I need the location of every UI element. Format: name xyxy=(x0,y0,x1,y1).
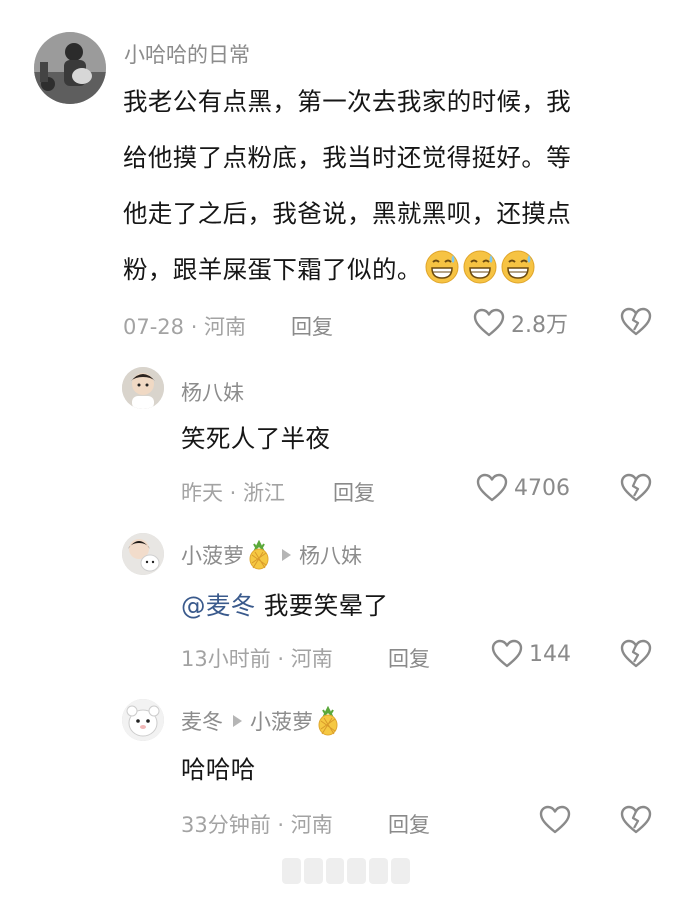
heart-outline-icon xyxy=(539,805,571,835)
comment-text: 我老公有点黑，第一次去我家的时候，我 给他摸了点粉底，我当时还觉得挺好。等 他走… xyxy=(123,74,653,298)
avatar[interactable] xyxy=(122,367,164,409)
heart-outline-icon xyxy=(473,308,505,338)
avatar[interactable] xyxy=(122,533,164,575)
broken-heart-icon[interactable] xyxy=(620,307,652,341)
username[interactable]: 杨八妹 xyxy=(181,377,244,407)
comment-text-content: 我要笑晕了 xyxy=(263,591,389,620)
username[interactable]: 小哈哈的日常 xyxy=(124,39,250,69)
mention-link[interactable]: @麦冬 xyxy=(181,591,256,620)
like-button[interactable]: 144 xyxy=(491,639,571,669)
heart-outline-icon xyxy=(476,473,508,503)
comment-text: 笑死人了半夜 xyxy=(181,424,331,453)
broken-heart-icon[interactable] xyxy=(620,639,652,673)
triangle-right-icon xyxy=(233,715,242,727)
pineapple-emoji xyxy=(246,539,272,570)
like-count: 144 xyxy=(529,641,571,667)
avatar[interactable] xyxy=(122,699,164,741)
like-count: 2.8万 xyxy=(511,313,568,338)
username[interactable]: 麦冬 小菠萝 xyxy=(181,705,341,736)
like-button[interactable] xyxy=(539,805,571,835)
like-button[interactable]: 4706 xyxy=(476,473,570,503)
comment-line: 给他摸了点粉底，我当时还觉得挺好。等 xyxy=(123,143,572,172)
grinning-sweat-emoji xyxy=(462,249,498,285)
username[interactable]: 小菠萝 杨八妹 xyxy=(181,539,362,570)
comment-text: 哈哈哈 xyxy=(181,755,256,784)
reply-button[interactable]: 回复 xyxy=(291,311,333,341)
comment-line-text: 粉，跟羊屎蛋下霜了似的。 xyxy=(123,255,422,284)
comment-meta: 昨天 · 浙江 xyxy=(181,481,286,505)
like-button[interactable]: 2.8万 xyxy=(473,307,568,339)
username-text: 小菠萝 xyxy=(181,544,244,568)
reply-button[interactable]: 回复 xyxy=(388,809,430,839)
comment-line: 我老公有点黑，第一次去我家的时候，我 xyxy=(123,87,572,116)
comment-line: 他走了之后，我爸说，黑就黑呗，还摸点 xyxy=(123,199,572,228)
reply-to-username[interactable]: 杨八妹 xyxy=(299,540,362,570)
reply-button[interactable]: 回复 xyxy=(388,643,430,673)
reply-button[interactable]: 回复 xyxy=(333,477,375,507)
broken-heart-icon[interactable] xyxy=(620,805,652,839)
pineapple-emoji xyxy=(315,705,341,736)
comment-meta: 07-28 · 河南 xyxy=(123,315,247,339)
broken-heart-icon[interactable] xyxy=(620,473,652,507)
comment-meta: 13小时前 · 河南 xyxy=(181,647,333,671)
like-count: 4706 xyxy=(514,475,570,501)
username-text: 小哈哈的日常 xyxy=(124,43,250,67)
grinning-sweat-emoji xyxy=(424,249,460,285)
reply-to-username[interactable]: 小菠萝 xyxy=(250,706,313,736)
avatar[interactable] xyxy=(34,32,106,104)
watermark xyxy=(282,858,410,884)
triangle-right-icon xyxy=(282,549,291,561)
grinning-sweat-emoji xyxy=(500,249,536,285)
heart-outline-icon xyxy=(491,639,523,669)
comment-line-last: 粉，跟羊屎蛋下霜了似的。 xyxy=(123,242,653,298)
username-text: 麦冬 xyxy=(181,710,223,734)
username-text: 杨八妹 xyxy=(181,381,244,405)
comment-text: @麦冬 我要笑晕了 xyxy=(181,578,388,634)
comment-meta: 33分钟前 · 河南 xyxy=(181,813,333,837)
